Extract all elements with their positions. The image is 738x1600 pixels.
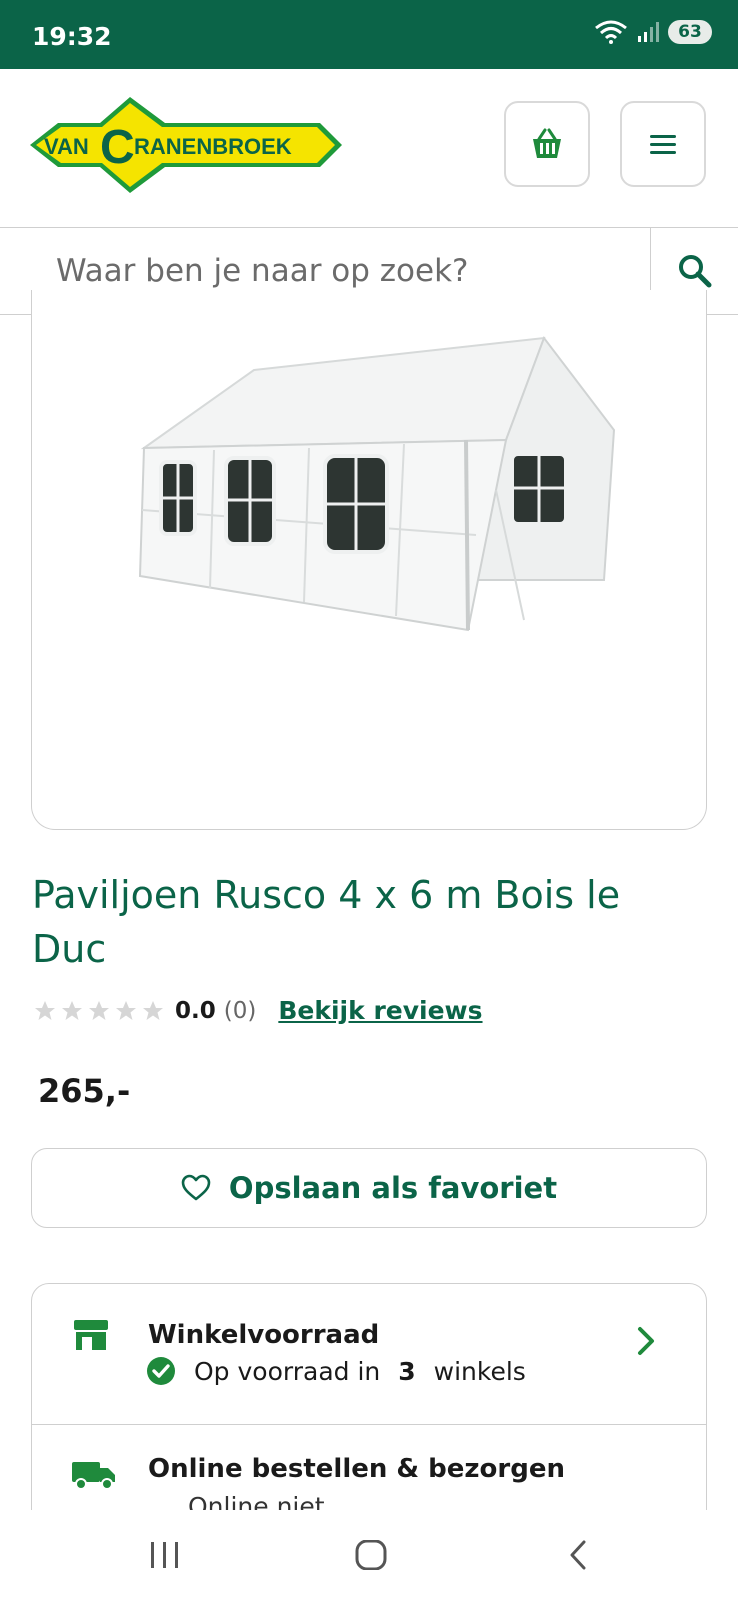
chevron-right-icon xyxy=(638,1327,654,1355)
back-icon[interactable] xyxy=(566,1540,590,1570)
view-reviews-link[interactable]: Bekijk reviews xyxy=(278,996,482,1025)
star-icon xyxy=(89,1000,109,1020)
status-icons: 63 xyxy=(594,20,712,44)
save-favorite-button[interactable]: Opslaan als favoriet xyxy=(31,1148,707,1228)
search-icon xyxy=(678,255,711,288)
battery-icon: 63 xyxy=(668,20,712,44)
status-time: 19:32 xyxy=(32,22,112,51)
online-order-title: Online bestellen & bezorgen xyxy=(148,1454,565,1484)
site-header: VAN C RANENBROEK xyxy=(0,69,738,227)
star-icon xyxy=(143,1000,163,1020)
menu-button[interactable] xyxy=(620,101,706,187)
availability-panel: Winkelvoorraad Op voorraad in 3 winkels … xyxy=(31,1283,707,1543)
store-count: 3 xyxy=(398,1356,416,1386)
home-icon[interactable] xyxy=(354,1540,388,1570)
delivery-truck-icon xyxy=(72,1462,115,1490)
store-stock-title: Winkelvoorraad xyxy=(148,1320,380,1350)
svg-text:C: C xyxy=(100,121,135,174)
star-icon xyxy=(35,1000,55,1020)
recent-apps-icon[interactable] xyxy=(148,1540,182,1570)
hamburger-icon xyxy=(650,135,676,154)
svg-text:VAN: VAN xyxy=(44,134,89,159)
svg-text:RANENBROEK: RANENBROEK xyxy=(134,134,292,159)
check-circle-icon xyxy=(147,1357,175,1385)
star-icon xyxy=(116,1000,136,1020)
store-stock-status: Op voorraad in 3 winkels xyxy=(146,1356,526,1386)
rating-value: 0.0 xyxy=(175,997,216,1024)
rating-stars xyxy=(33,999,165,1023)
save-favorite-label: Opslaan als favoriet xyxy=(228,1171,558,1205)
store-icon xyxy=(74,1320,108,1350)
product-price: 265,- xyxy=(38,1072,131,1110)
signal-icon xyxy=(638,22,659,42)
product-image-card[interactable] xyxy=(31,290,707,830)
status-bar: 19:32 63 xyxy=(0,0,738,69)
cart-button[interactable] xyxy=(504,101,590,187)
rating-row: 0.0 (0) Bekijk reviews xyxy=(33,996,483,1025)
basket-icon xyxy=(533,128,561,158)
heart-icon xyxy=(181,1174,211,1201)
wifi-icon xyxy=(595,20,627,44)
star-icon xyxy=(62,1000,82,1020)
store-stock-row[interactable]: Winkelvoorraad Op voorraad in 3 winkels xyxy=(32,1284,706,1425)
store-stock-prefix: Op voorraad in xyxy=(194,1356,381,1386)
product-title: Paviljoen Rusco 4 x 6 m Bois le Duc xyxy=(32,873,621,971)
system-navigation-bar xyxy=(0,1510,738,1600)
vancranenbroek-logo[interactable]: VAN C RANENBROEK xyxy=(30,97,350,193)
product-image xyxy=(138,335,616,632)
store-stock-suffix: winkels xyxy=(433,1356,526,1386)
rating-count: (0) xyxy=(223,997,257,1024)
